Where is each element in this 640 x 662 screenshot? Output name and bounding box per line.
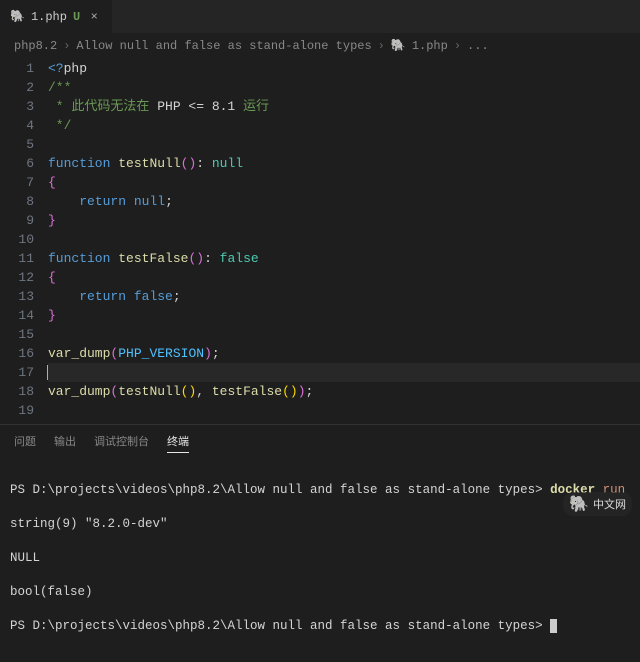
php-icon: 🐘 (10, 9, 25, 24)
code-editor[interactable]: 123 456 789 101112 131415 161718 19 <?ph… (0, 57, 640, 420)
terminal-line: string(9) "8.2.0-dev" (10, 516, 630, 533)
tab-debug-console[interactable]: 调试控制台 (94, 433, 149, 453)
watermark-text: 中文网 (593, 496, 626, 512)
terminal-line: bool(false) (10, 584, 630, 601)
php-icon: 🐘 (391, 38, 406, 53)
editor-tabs: 🐘 1.php U × (0, 0, 640, 34)
elephant-icon: 🐘 (569, 494, 589, 514)
tab-problems[interactable]: 问题 (14, 433, 36, 453)
tab-1php[interactable]: 🐘 1.php U × (0, 0, 112, 33)
code-content[interactable]: <?php /** * 此代码无法在 PHP <= 8.1 运行 */ func… (48, 59, 640, 420)
breadcrumb[interactable]: php8.2 › Allow null and false as stand-a… (0, 34, 640, 57)
breadcrumb-segment[interactable]: 1.php (412, 39, 448, 53)
panel-tabs: 问题 输出 调试控制台 终端 (0, 424, 640, 459)
line-numbers: 123 456 789 101112 131415 161718 19 (0, 59, 48, 420)
tab-output[interactable]: 输出 (54, 433, 76, 453)
tab-terminal[interactable]: 终端 (167, 433, 189, 453)
breadcrumb-segment[interactable]: Allow null and false as stand-alone type… (76, 39, 371, 53)
tab-title: 1.php (31, 10, 67, 24)
chevron-right-icon: › (378, 39, 385, 53)
chevron-right-icon: › (63, 39, 70, 53)
chevron-right-icon: › (454, 39, 461, 53)
breadcrumb-segment[interactable]: ... (467, 39, 489, 53)
terminal-line: PS D:\projects\videos\php8.2\Allow null … (10, 618, 630, 635)
breadcrumb-segment[interactable]: php8.2 (14, 39, 57, 53)
terminal-line: PS D:\projects\videos\php8.2\Allow null … (10, 482, 630, 499)
terminal-cursor (550, 619, 557, 633)
terminal-line: NULL (10, 550, 630, 567)
close-icon[interactable]: × (86, 10, 102, 24)
watermark: 🐘 中文网 (563, 492, 632, 516)
tab-git-status: U (73, 10, 80, 24)
terminal-panel[interactable]: PS D:\projects\videos\php8.2\Allow null … (0, 459, 640, 662)
